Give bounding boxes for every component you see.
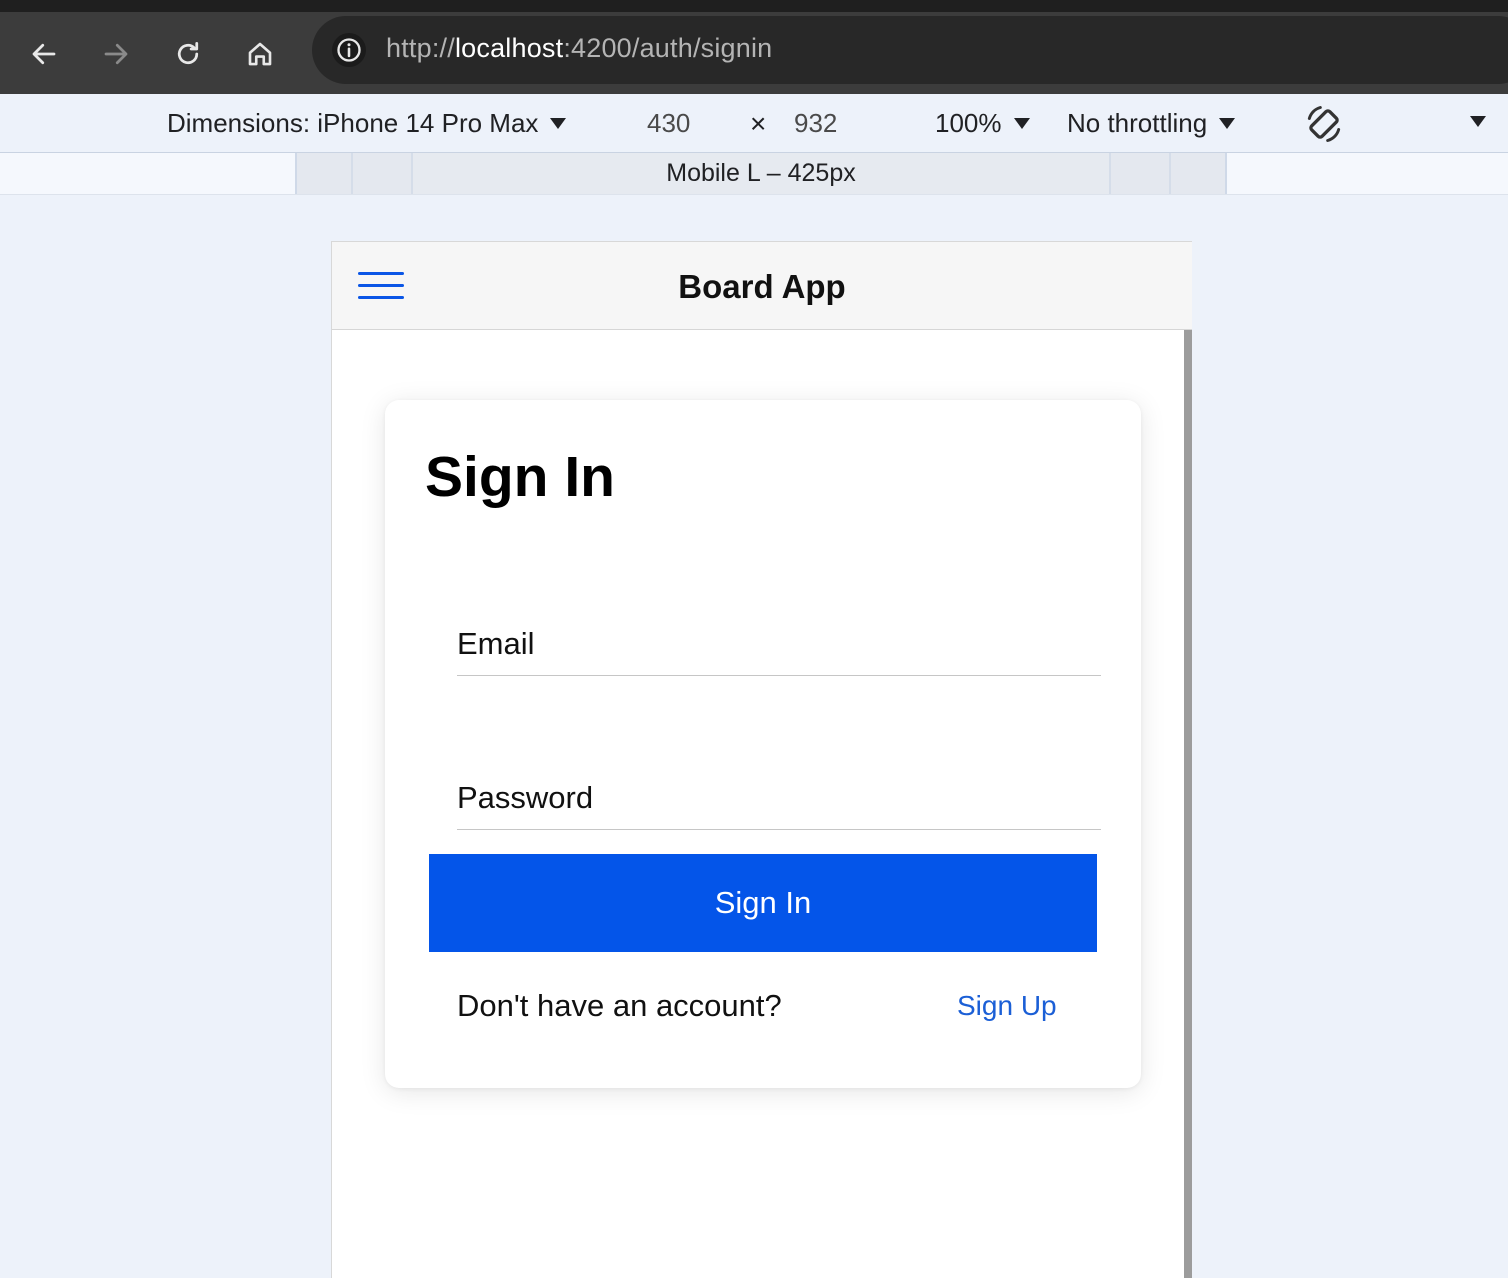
home-icon [248,42,272,66]
browser-nav-row: http://localhost:4200/auth/signin [0,12,1508,94]
chevron-down-icon [1013,118,1030,129]
address-bar[interactable]: http://localhost:4200/auth/signin [312,16,1508,84]
url-host: localhost [454,33,564,63]
forward-button[interactable] [88,26,144,82]
more-options-button[interactable] [1470,116,1486,127]
app-title: Board App [678,268,846,305]
scrollbar[interactable] [1184,330,1192,1278]
signin-button[interactable]: Sign In [429,854,1097,952]
throttling-value: No throttling [1067,108,1208,138]
reload-button[interactable] [160,26,216,82]
home-button[interactable] [232,26,288,82]
url-text[interactable]: http://localhost:4200/auth/signin [386,33,772,64]
back-icon [32,43,56,65]
chevron-down-icon [1219,118,1236,129]
url-prefix: http:// [386,33,455,63]
url-path: :4200/auth/signin [563,33,773,63]
rotate-icon[interactable] [1302,102,1346,146]
email-field[interactable] [457,612,1101,676]
app-header: Board App [332,242,1192,330]
chevron-down-icon [550,118,567,129]
width-value: 430 [647,108,691,138]
chevron-down-icon [1470,116,1486,127]
site-info-button[interactable] [332,33,366,67]
device-toolbar: Dimensions: iPhone 14 Pro Max 430 × 932 … [0,94,1508,153]
email-input[interactable] [457,612,1101,675]
width-input[interactable]: 430 [647,108,690,139]
media-query-label: Mobile L – 425px [666,159,856,187]
height-value: 932 [794,108,838,138]
throttling-dropdown[interactable]: No throttling [1067,108,1236,139]
signin-card: Sign In Sign In Don't have an account? S… [385,400,1141,1088]
reload-icon [177,42,199,65]
signup-link[interactable]: Sign Up [957,990,1057,1022]
info-icon [337,38,361,62]
dimensions-dropdown[interactable]: Dimensions: iPhone 14 Pro Max [167,108,567,139]
height-input[interactable]: 932 [794,108,837,139]
zoom-dropdown[interactable]: 100% [935,108,1030,139]
back-button[interactable] [16,26,72,82]
password-input[interactable] [457,766,1101,829]
media-query-bar: Mobile L – 425px [0,153,1508,195]
times-symbol: × [750,108,767,139]
browser-toolbar: http://localhost:4200/auth/signin [0,0,1508,94]
page-title: Sign In [425,445,615,509]
signup-prompt: Don't have an account? [457,988,782,1023]
times-icon: × [750,108,766,140]
device-viewport: Board App Sign In Sign In Don't have an … [331,241,1192,1278]
password-field[interactable] [457,766,1101,830]
zoom-value: 100% [935,108,1002,138]
forward-icon [104,43,128,65]
dimensions-label: Dimensions: iPhone 14 Pro Max [167,108,539,138]
